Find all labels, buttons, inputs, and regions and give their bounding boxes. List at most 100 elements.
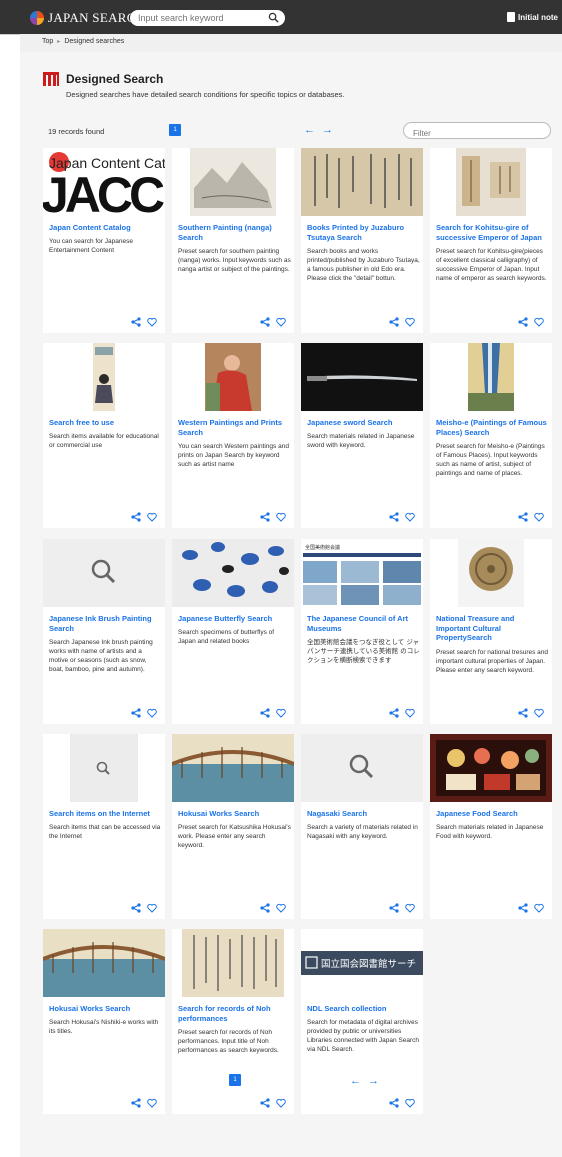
card-hokusai-nishiki-e[interactable]: Hokusai Works Search Search Hokusai's Ni… — [43, 929, 165, 1114]
heart-icon[interactable] — [147, 708, 157, 718]
share-icon[interactable] — [131, 317, 141, 327]
next-page-arrow-icon[interactable]: → — [322, 124, 333, 136]
card-title[interactable]: Japanese sword Search — [307, 418, 419, 428]
heart-icon[interactable] — [534, 708, 544, 718]
pagination-page-1[interactable]: 1 — [169, 124, 181, 136]
share-icon[interactable] — [131, 903, 141, 913]
share-icon[interactable] — [131, 708, 141, 718]
card-national-treasure[interactable]: National Treasure and Important Cultural… — [430, 539, 552, 724]
share-icon[interactable] — [260, 1098, 270, 1108]
card-description: Search Hokusai's Nishiki-e works with it… — [49, 1019, 159, 1035]
card-title[interactable]: Japanese Ink Brush Painting Search — [49, 614, 161, 633]
card-search-internet[interactable]: Search items on the Internet Search item… — [43, 734, 165, 919]
heart-icon[interactable] — [405, 1098, 415, 1108]
card-southern-painting[interactable]: Southern Painting (nanga) Search Preset … — [172, 148, 294, 333]
share-icon[interactable] — [260, 317, 270, 327]
heart-icon[interactable] — [405, 317, 415, 327]
card-council-art-museums[interactable]: 全国美術館会議 The Japanese Council of Art Muse… — [301, 539, 423, 724]
share-icon[interactable] — [260, 708, 270, 718]
heart-icon[interactable] — [534, 512, 544, 522]
card-title[interactable]: Meisho-e (Paintings of Famous Places) Se… — [436, 418, 548, 437]
site-logo[interactable]: JAPAN SEARCH — [30, 10, 145, 26]
card-title[interactable]: Search for Kohitsu-gire of successive Em… — [436, 223, 548, 242]
heart-icon[interactable] — [276, 512, 286, 522]
card-description: Search Japanese Ink brush painting works… — [49, 639, 153, 673]
card-title[interactable]: Hokusai Works Search — [178, 809, 290, 819]
filter-input[interactable] — [413, 126, 543, 141]
card-western-paintings[interactable]: Western Paintings and Prints Search You … — [172, 343, 294, 528]
share-icon[interactable] — [518, 512, 528, 522]
heart-icon[interactable] — [276, 708, 286, 718]
share-icon[interactable] — [389, 903, 399, 913]
card-title[interactable]: NDL Search collection — [307, 1004, 419, 1014]
card-title[interactable]: Western Paintings and Prints Search — [178, 418, 290, 437]
card-butterfly-search[interactable]: Japanese Butterfly Search Search specime… — [172, 539, 294, 724]
share-icon[interactable] — [518, 708, 528, 718]
share-icon[interactable] — [260, 903, 270, 913]
card-title[interactable]: Search for records of Noh performances — [178, 1004, 290, 1023]
card-kohitsu-gire[interactable]: Search for Kohitsu-gire of successive Em… — [430, 148, 552, 333]
share-icon[interactable] — [518, 903, 528, 913]
card-title[interactable]: Search free to use — [49, 418, 161, 428]
share-icon[interactable] — [518, 317, 528, 327]
bottom-prev-arrow-icon[interactable]: ← — [350, 1075, 361, 1087]
share-icon[interactable] — [131, 512, 141, 522]
card-japanese-sword[interactable]: Japanese sword Search Search materials r… — [301, 343, 423, 528]
card-search-free-to-use[interactable]: Search free to use Search items availabl… — [43, 343, 165, 528]
card-thumbnail-sword — [301, 343, 423, 411]
share-icon[interactable] — [389, 512, 399, 522]
card-title[interactable]: Search items on the Internet — [49, 809, 161, 819]
card-description: Search materials related in Japanese swo… — [307, 433, 415, 449]
card-noh-performances[interactable]: Search for records of Noh performances P… — [172, 929, 294, 1114]
breadcrumb: Top ▸ Designed searches — [42, 38, 124, 45]
heart-icon[interactable] — [276, 317, 286, 327]
card-ink-brush-painting[interactable]: Japanese Ink Brush Painting Search Searc… — [43, 539, 165, 724]
card-description: Search materials related in Japanese Foo… — [436, 824, 544, 840]
card-meisho-e[interactable]: Meisho-e (Paintings of Famous Places) Se… — [430, 343, 552, 528]
heart-icon[interactable] — [276, 1098, 286, 1108]
heart-icon[interactable] — [405, 512, 415, 522]
card-description: Search a variety of materials related in… — [307, 824, 418, 840]
card-title[interactable]: Japanese Butterfly Search — [178, 614, 290, 624]
heart-icon[interactable] — [405, 708, 415, 718]
card-description: You can search for Japanese Entertainmen… — [49, 238, 133, 254]
prev-page-arrow-icon[interactable]: ← — [304, 124, 315, 136]
breadcrumb-top-link[interactable]: Top — [42, 38, 53, 45]
card-title[interactable]: National Treasure and Important Cultural… — [436, 614, 548, 643]
heart-icon[interactable] — [276, 903, 286, 913]
card-nagasaki-search[interactable]: Nagasaki Search Search a variety of mate… — [301, 734, 423, 919]
card-title[interactable]: Japanese Food Search — [436, 809, 548, 819]
bottom-pagination-page-1[interactable]: 1 — [229, 1074, 241, 1086]
share-icon[interactable] — [260, 512, 270, 522]
card-title[interactable]: Japan Content Catalog — [49, 223, 161, 233]
card-hokusai-works[interactable]: Hokusai Works Search Preset search for K… — [172, 734, 294, 919]
bottom-next-arrow-icon[interactable]: → — [368, 1075, 379, 1087]
card-thumbnail-butterflies — [172, 539, 294, 607]
heart-icon[interactable] — [147, 1098, 157, 1108]
card-description: Preset search for southern painting (nan… — [178, 248, 291, 273]
jacc-big-text: JACC — [43, 167, 164, 216]
card-books-juzaburo-tsutaya[interactable]: Books Printed by Juzaburo Tsutaya Search… — [301, 148, 423, 333]
initial-note-button[interactable]: Initial note — [507, 12, 558, 22]
card-title[interactable]: Hokusai Works Search — [49, 1004, 161, 1014]
card-title[interactable]: Nagasaki Search — [307, 809, 419, 819]
card-japan-content-catalog[interactable]: Japan Content Catalog JACC Japan Content… — [43, 148, 165, 333]
share-icon[interactable] — [389, 1098, 399, 1108]
card-title[interactable]: Books Printed by Juzaburo Tsutaya Search — [307, 223, 419, 242]
heart-icon[interactable] — [534, 903, 544, 913]
heart-icon[interactable] — [405, 903, 415, 913]
card-title[interactable]: Southern Painting (nanga) Search — [178, 223, 290, 242]
card-ndl-search[interactable]: 国立国会図書館サーチ NDL Search collection Search … — [301, 929, 423, 1114]
heart-icon[interactable] — [147, 903, 157, 913]
heart-icon[interactable] — [534, 317, 544, 327]
heart-icon[interactable] — [147, 512, 157, 522]
heart-icon[interactable] — [147, 317, 157, 327]
card-title[interactable]: The Japanese Council of Art Museums — [307, 614, 419, 633]
share-icon[interactable] — [389, 708, 399, 718]
share-icon[interactable] — [389, 317, 399, 327]
ndl-banner-text: 国立国会図書館サーチ — [321, 958, 416, 970]
card-japanese-food[interactable]: Japanese Food Search Search materials re… — [430, 734, 552, 919]
share-icon[interactable] — [131, 1098, 141, 1108]
search-icon[interactable] — [268, 12, 279, 23]
header-search-input[interactable] — [138, 13, 268, 23]
